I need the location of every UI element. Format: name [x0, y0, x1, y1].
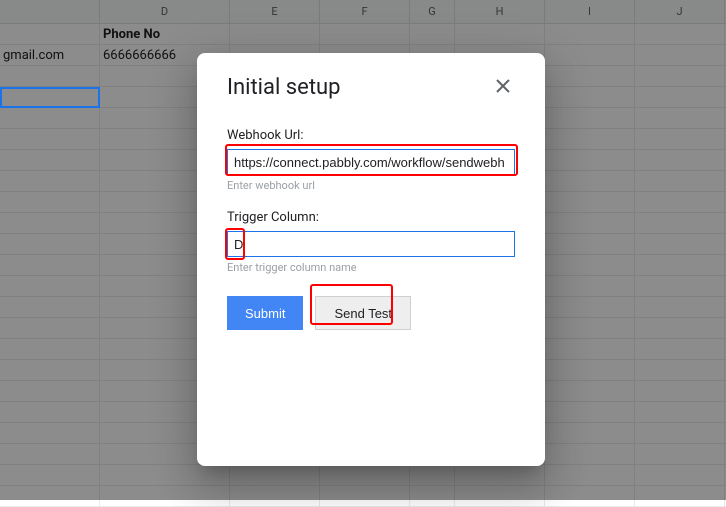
- modal-title: Initial setup: [227, 75, 341, 100]
- trigger-input[interactable]: [227, 231, 515, 257]
- submit-button[interactable]: Submit: [227, 296, 303, 330]
- webhook-input[interactable]: [227, 149, 515, 175]
- trigger-hint: Enter trigger column name: [227, 261, 515, 274]
- close-button[interactable]: [491, 76, 515, 100]
- send-test-button[interactable]: Send Test: [315, 296, 411, 330]
- selected-cell[interactable]: [0, 87, 100, 108]
- initial-setup-modal: Initial setup Webhook Url: Enter webhook…: [197, 53, 545, 466]
- webhook-hint: Enter webhook url: [227, 179, 515, 192]
- close-icon: [496, 78, 510, 97]
- webhook-field: Webhook Url: Enter webhook url: [227, 128, 515, 192]
- trigger-label: Trigger Column:: [227, 210, 515, 225]
- button-row: Submit Send Test: [227, 296, 515, 330]
- trigger-field: Trigger Column: Enter trigger column nam…: [227, 210, 515, 274]
- webhook-label: Webhook Url:: [227, 128, 515, 143]
